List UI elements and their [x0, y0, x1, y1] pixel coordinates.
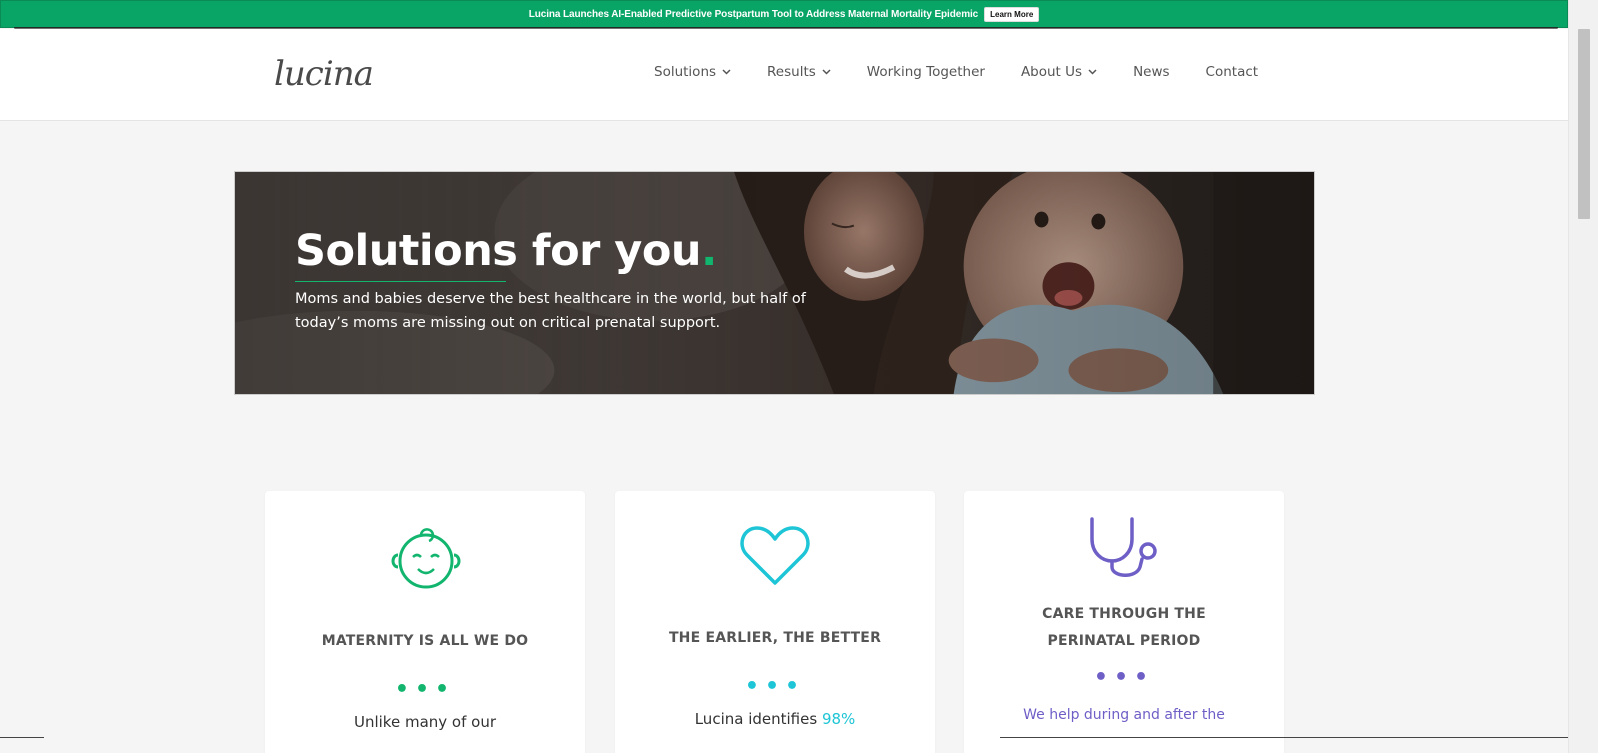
nav-label: About Us — [1020, 64, 1083, 80]
nav-item-about-us[interactable]: About Us — [1021, 62, 1097, 82]
nav-label: Results — [767, 64, 816, 80]
nav-label: Solutions — [654, 64, 717, 80]
card-title-line: PERINATAL PERIOD — [1047, 633, 1201, 649]
nav-item-contact[interactable]: Contact — [1206, 62, 1259, 82]
dots-divider-icon: ••• — [744, 674, 806, 699]
nav-label: News — [1133, 64, 1170, 80]
nav-item-working-together[interactable]: Working Together — [867, 62, 985, 82]
hero-subtitle: Moms and babies deserve the best healthc… — [295, 287, 855, 335]
nav-label: Working Together — [866, 64, 985, 80]
announcement-text: Lucina Launches AI-Enabled Predictive Po… — [528, 8, 979, 20]
scrollbar-thumb[interactable] — [1578, 29, 1590, 219]
logo-text: lucina — [274, 54, 373, 94]
chevron-down-icon — [822, 69, 831, 75]
vertical-scrollbar[interactable] — [1568, 0, 1598, 753]
chevron-down-icon — [722, 69, 731, 75]
lucina-logo[interactable]: lucina — [272, 49, 388, 95]
card-title-line: CARE THROUGH THE — [1042, 606, 1206, 622]
card-title: THE EARLIER, THE BETTER — [668, 630, 882, 646]
hero-subtitle-line: Moms and babies deserve the best healthc… — [295, 291, 806, 307]
announcement-banner: Lucina Launches AI-Enabled Predictive Po… — [0, 0, 1568, 28]
card-text-highlight: 98% — [821, 710, 856, 728]
card-perinatal: CARE THROUGH THE PERINATAL PERIOD ••• We… — [964, 491, 1284, 753]
nav-item-news[interactable]: News — [1133, 62, 1169, 82]
site-header: lucina Solutions Results Working Togethe… — [0, 29, 1568, 121]
hero-title-dot: . — [700, 226, 717, 276]
dots-divider-icon: ••• — [394, 677, 456, 702]
card-title: MATERNITY IS ALL WE DO — [321, 633, 529, 649]
hero-title: Solutions for you. — [295, 226, 717, 276]
card-text-prefix: Lucina identifies — [694, 710, 822, 728]
card-title: CARE THROUGH THE PERINATAL PERIOD — [964, 601, 1284, 655]
heart-icon — [740, 526, 810, 585]
baby-face-icon — [391, 528, 461, 589]
hero-photo-mother-and-baby — [235, 172, 1314, 394]
dots-divider-icon: ••• — [1093, 665, 1155, 690]
card-earlier-better: THE EARLIER, THE BETTER ••• Lucina ident… — [615, 491, 935, 753]
hero-title-text: Solutions for you — [295, 226, 701, 276]
nav-label: Contact — [1205, 64, 1259, 80]
card-maternity: MATERNITY IS ALL WE DO ••• Unlike many o… — [265, 491, 585, 753]
nav-item-results[interactable]: Results — [767, 62, 831, 82]
page: Lucina Launches AI-Enabled Predictive Po… — [0, 0, 1598, 753]
nav-item-solutions[interactable]: Solutions — [654, 62, 731, 82]
chevron-down-icon — [1088, 69, 1097, 75]
main-nav: Solutions Results Working Together About… — [654, 62, 1258, 82]
card-text: We help during and after the — [1023, 707, 1225, 723]
hero-banner: Solutions for you. Moms and babies deser… — [234, 171, 1315, 395]
stethoscope-icon — [1090, 517, 1157, 577]
divider — [0, 737, 44, 738]
card-text: Lucina identifies 98% — [615, 710, 935, 728]
hero-underline — [295, 281, 506, 282]
hero-subtitle-line: today’s moms are missing out on critical… — [295, 315, 721, 331]
card-text: Unlike many of our — [353, 713, 496, 731]
learn-more-button[interactable]: Learn More — [984, 6, 1040, 22]
divider — [1000, 737, 1568, 738]
